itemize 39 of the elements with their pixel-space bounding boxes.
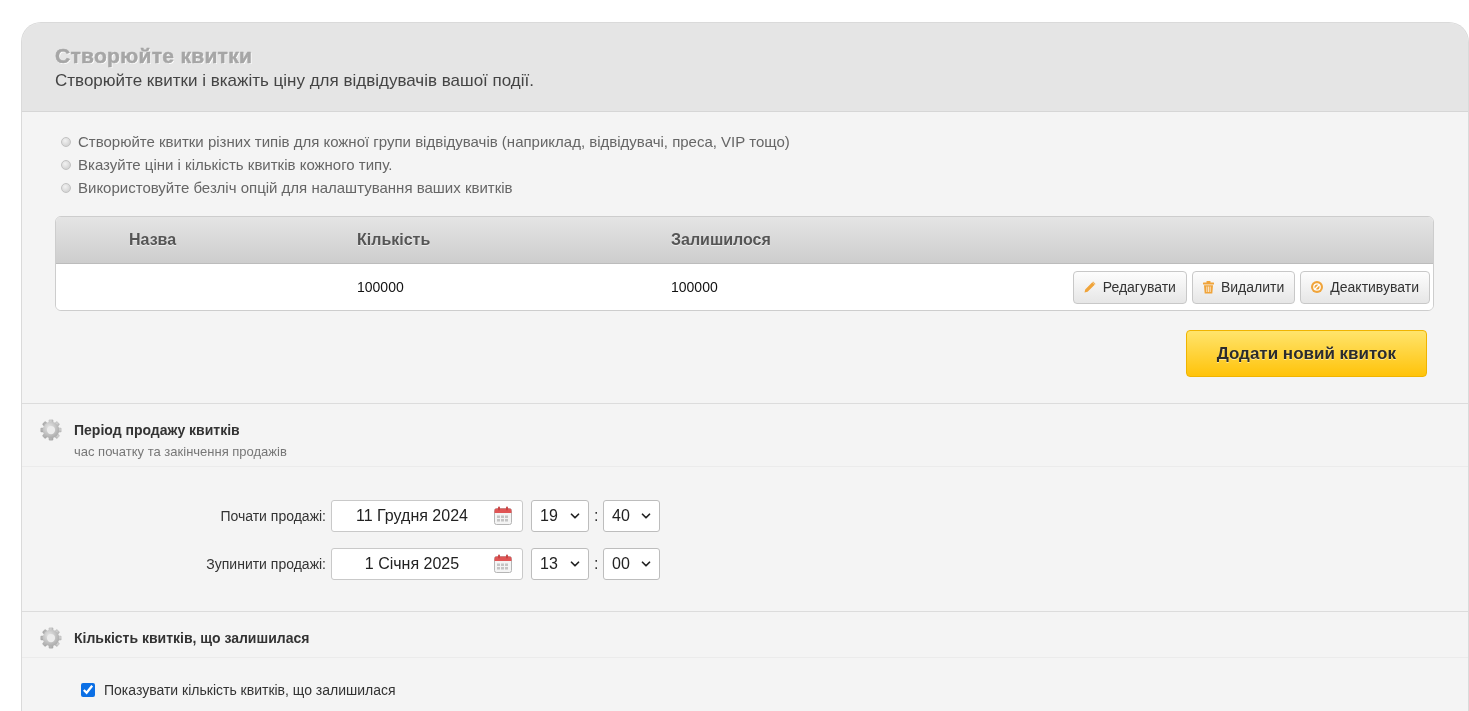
tip-text: Створюйте квитки різних типів для кожної групи відвідувачів (наприклад, відвідувачі, преса, VIP тощо) [78,132,790,152]
deactivate-button[interactable]: Деактивувати [1300,270,1430,304]
section-subtitle: час початку та закінчення продажів [74,443,287,461]
hour-select[interactable]: 13 [531,548,589,580]
column-header: Залишилося [671,231,771,249]
section-title: Період продажу квитків [74,421,241,440]
date-field[interactable]: 11 Грудня 2024 [331,500,523,532]
trash-icon [1202,280,1214,294]
bullet-icon [61,136,71,147]
field-label: Почати продажі: [219,508,326,524]
pencil-icon [1083,281,1096,293]
date-field[interactable]: 1 Січня 2025 [331,548,523,580]
minute-select[interactable]: 40 [603,500,660,532]
calendar-icon[interactable] [494,554,512,573]
time-separator: : [594,555,598,573]
ban-icon [1311,281,1324,293]
add-ticket-button[interactable]: Додати новий квиток [1185,330,1427,377]
tip-text: Вказуйте ціни і кількість квитків кожного типу. [78,155,393,175]
hour-select[interactable]: 19 [531,500,589,532]
page-title: Створюйте квитки [55,45,254,67]
calendar-icon[interactable] [494,506,512,525]
table-cell: 100000 [357,279,404,295]
bullet-icon [61,159,71,170]
page-subtitle: Створюйте квитки і вкажіть ціну для відвідувачів вашої події. [55,71,535,91]
checkbox[interactable] [81,683,95,697]
gear-icon [40,627,62,649]
table-cell: 100000 [671,279,718,295]
edit-button[interactable]: Редагувати [1072,270,1187,304]
checkbox-label: Показувати кількість квитків, що залишилася [104,681,396,700]
field-label: Зупинити продажі: [205,556,326,572]
gear-icon [40,419,62,441]
tip-text: Використовуйте безліч опцій для налаштування ваших квитків [78,178,513,198]
minute-select[interactable]: 00 [603,548,660,580]
delete-button[interactable]: Видалити [1191,270,1296,304]
bullet-icon [61,182,71,193]
time-separator: : [594,507,598,525]
section-title: Кількість квитків, що залишилася [74,629,310,648]
column-header: Кількість [357,231,431,249]
column-header: Назва [129,231,177,249]
